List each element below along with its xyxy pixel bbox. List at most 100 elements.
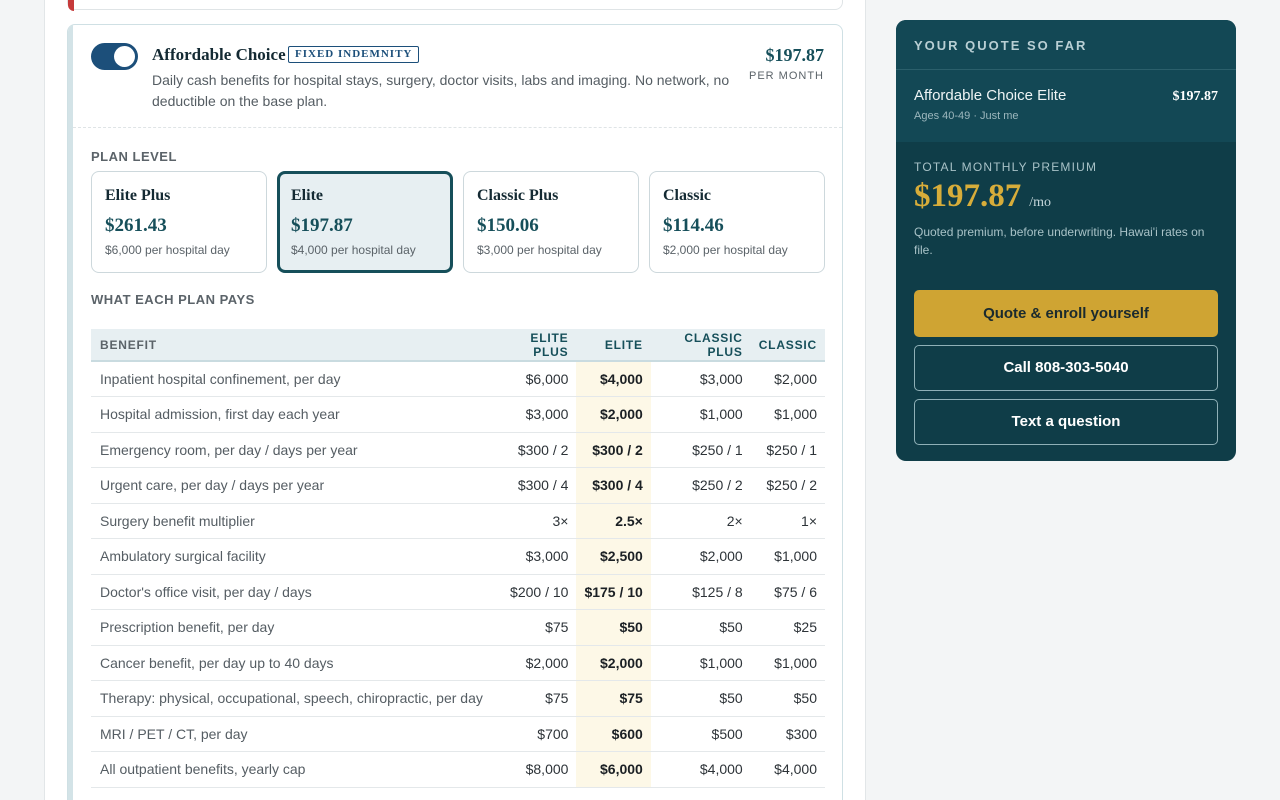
benefit-name: Ambulatory surgical facility (91, 538, 491, 575)
value-classic-plus: $250 / 1 (650, 432, 751, 468)
benefit-name: All outpatient benefits, yearly cap (91, 751, 491, 788)
value-classic-plus: $125 / 8 (650, 574, 751, 610)
value-elite: $50 (576, 609, 651, 646)
value-elite: $6,000 (576, 751, 651, 788)
tile-subtitle: $4,000 per hospital day (291, 243, 416, 257)
column-header-elite-plus: ELITE PLUS (490, 329, 577, 362)
value-classic: $1,000 (750, 396, 825, 433)
value-classic-plus: $3,000 (650, 361, 751, 397)
value-classic: 1× (750, 503, 825, 539)
table-row: Emergency room, per day / days per year $… (91, 432, 825, 468)
value-elite: $75 (576, 680, 651, 717)
value-elite: $300 / 2 (576, 432, 651, 468)
previous-plan-accent (68, 0, 74, 11)
table-row: Cancer benefit, per day up to 40 days $2,… (91, 645, 825, 681)
plan-level-classic-plus[interactable]: Classic Plus $150.06 $3,000 per hospital… (463, 171, 639, 273)
tile-name: Classic (663, 187, 711, 204)
value-elite-plus: 3× (490, 503, 577, 539)
benefit-name: Emergency room, per day / days per year (91, 432, 491, 468)
benefit-name: Urgent care, per day / days per year (91, 467, 491, 504)
plan-card-accent (68, 25, 73, 800)
value-elite-plus: $75 (490, 609, 577, 646)
value-elite-plus: $300 / 4 (490, 467, 577, 504)
value-elite: $175 / 10 (576, 574, 651, 610)
value-elite-plus: $2,000 (490, 645, 577, 681)
value-elite: $2,500 (576, 538, 651, 575)
plan-price: $197.87 (765, 45, 825, 65)
table-row: Surgery benefit multiplier 3× 2.5× 2× 1× (91, 503, 825, 539)
value-elite: $600 (576, 716, 651, 752)
value-classic-plus: $250 / 2 (650, 467, 751, 504)
benefit-name: Cancer benefit, per day up to 40 days (91, 645, 491, 681)
table-header-row: BENEFIT ELITE PLUS ELITE CLASSIC PLUS CL… (91, 329, 825, 362)
value-classic: $250 / 1 (750, 432, 825, 468)
value-classic-plus: $50 (650, 609, 751, 646)
plan-level-elite-plus[interactable]: Elite Plus $261.43 $6,000 per hospital d… (91, 171, 267, 273)
plan-price-unit: PER MONTH (749, 70, 824, 82)
value-elite: $300 / 4 (576, 467, 651, 504)
column-header-classic: CLASSIC (750, 329, 825, 362)
benefits-table-label: WHAT EACH PLAN PAYS (91, 292, 255, 307)
value-classic-plus: $1,000 (650, 396, 751, 433)
quote-note: Quoted premium, before underwriting. Haw… (914, 225, 1205, 257)
benefit-name: Hospital admission, first day each year (91, 396, 491, 433)
benefit-name: Doctor's office visit, per day / days (91, 574, 491, 610)
benefit-name: Therapy: physical, occupational, speech,… (91, 680, 491, 717)
value-classic: $250 / 2 (750, 467, 825, 504)
total-premium: $197.87 /mo (914, 178, 1218, 215)
previous-plan-card (67, 0, 843, 11)
value-elite: 2.5× (576, 503, 651, 539)
tile-price: $197.87 (291, 215, 353, 236)
value-classic: $1,000 (750, 538, 825, 575)
benefit-name: Inpatient hospital confinement, per day (91, 361, 491, 397)
main-column: Affordable Choice FIXED INDEMNITY Daily … (44, 0, 866, 800)
column-header-classic-plus: CLASSIC PLUS (650, 329, 751, 362)
total-premium-amount: $197.87 (914, 178, 1022, 214)
value-elite: $2,000 (576, 645, 651, 681)
enroll-button[interactable]: Quote & enroll yourself (914, 290, 1218, 337)
tile-price: $114.46 (663, 215, 724, 236)
plan-level-classic[interactable]: Classic $114.46 $2,000 per hospital day (649, 171, 825, 273)
value-elite-plus: $700 (490, 716, 577, 752)
column-header-elite: ELITE (576, 329, 651, 362)
value-classic-plus: $500 (650, 716, 751, 752)
table-row: Urgent care, per day / days per year $300… (91, 467, 825, 504)
benefit-name: Prescription benefit, per day (91, 609, 491, 646)
table-row: Ambulatory surgical facility $3,000 $2,500… (91, 538, 825, 575)
quote-line-item: Affordable Choice Elite $197.87 Ages 40-… (896, 70, 1236, 142)
card-divider (73, 127, 842, 128)
value-elite-plus: $300 / 2 (490, 432, 577, 468)
column-header-benefit: BENEFIT (91, 329, 491, 362)
value-classic-plus: $50 (650, 680, 751, 717)
value-elite: $4,000 (576, 361, 651, 397)
toggle-knob (114, 46, 135, 67)
table-row: Hospital admission, first day each year $… (91, 396, 825, 433)
value-classic-plus: 2× (650, 503, 751, 539)
tile-name: Elite Plus (105, 187, 171, 204)
plan-name: Affordable Choice (152, 45, 286, 64)
text-question-button[interactable]: Text a question (914, 399, 1218, 445)
plan-toggle[interactable] (91, 43, 138, 70)
table-row: Therapy: physical, occupational, speech,… (91, 680, 825, 717)
value-classic: $50 (750, 680, 825, 717)
value-classic-plus: $4,000 (650, 751, 751, 788)
tile-subtitle: $6,000 per hospital day (105, 243, 230, 257)
quote-item-price: $197.87 (1172, 89, 1219, 104)
benefit-name: MRI / PET / CT, per day (91, 716, 491, 752)
value-classic: $1,000 (750, 645, 825, 681)
value-elite-plus: $3,000 (490, 396, 577, 433)
value-classic: $4,000 (750, 751, 825, 788)
quote-total-section: TOTAL MONTHLY PREMIUM $197.87 /mo Quoted… (896, 142, 1236, 445)
quote-sidebar: YOUR QUOTE SO FAR Affordable Choice Elit… (896, 20, 1236, 461)
table-row: Prescription benefit, per day $75 $50 $50 $2… (91, 609, 825, 646)
plan-level-elite[interactable]: Elite $197.87 $4,000 per hospital day (277, 171, 453, 273)
value-elite-plus: $200 / 10 (490, 574, 577, 610)
value-classic: $300 (750, 716, 825, 752)
value-classic: $75 / 6 (750, 574, 825, 610)
quote-item-meta: Ages 40-49 · Just me (914, 110, 1019, 122)
benefit-name: Surgery benefit multiplier (91, 503, 491, 539)
total-premium-unit: /mo (1029, 195, 1052, 210)
call-button[interactable]: Call 808-303-5040 (914, 345, 1218, 391)
quote-heading: YOUR QUOTE SO FAR (896, 20, 1236, 70)
tile-price: $150.06 (477, 215, 539, 236)
